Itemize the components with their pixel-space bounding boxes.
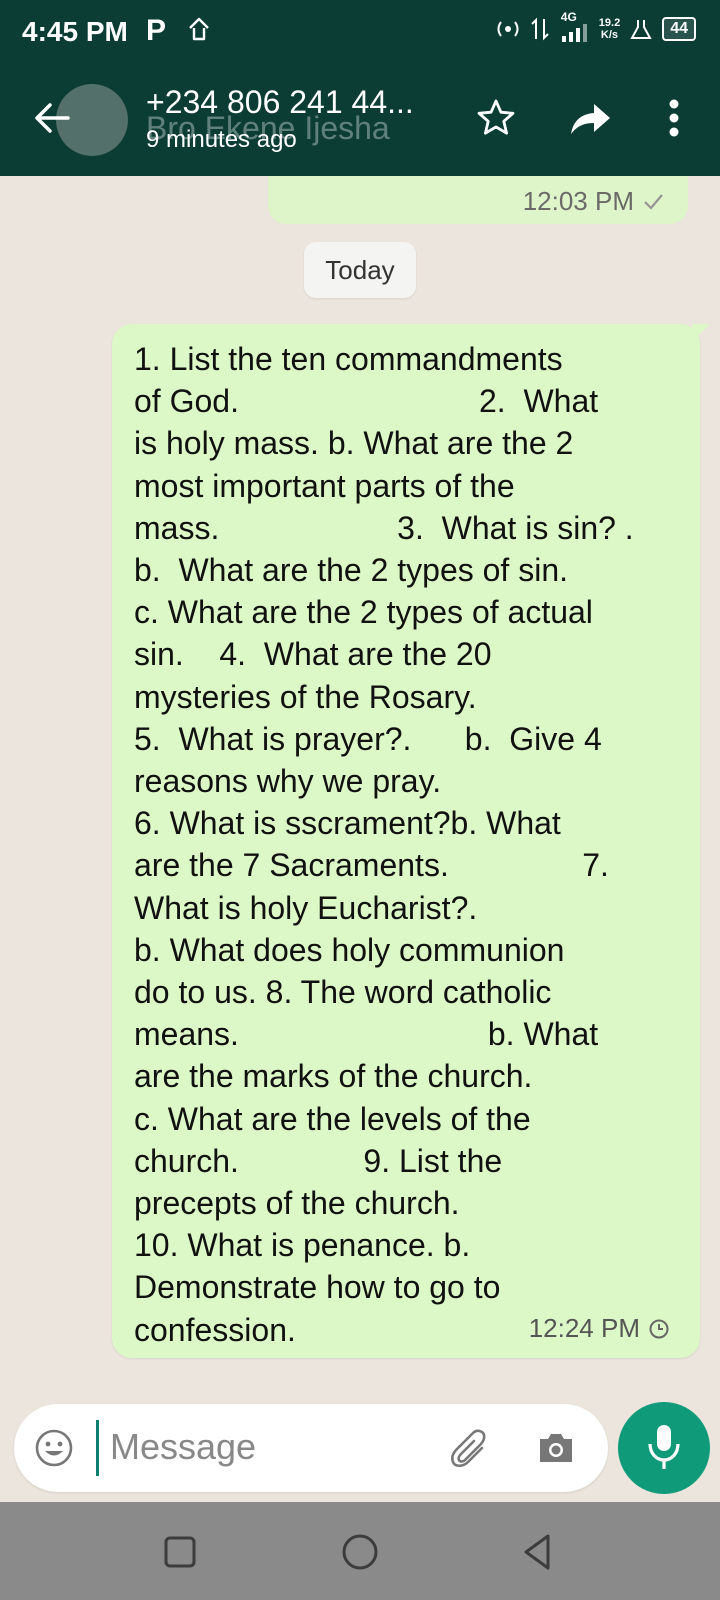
recent-apps-icon[interactable] [158,1530,202,1574]
message-input[interactable]: Message [110,1426,256,1468]
text-cursor [96,1420,99,1476]
mic-icon [648,1425,680,1469]
outgoing-message-bubble[interactable]: 1. List the ten commandments of God. 2. … [112,324,700,1358]
more-vert-icon[interactable] [652,96,696,140]
home-icon[interactable] [338,1530,382,1574]
single-check-icon [644,193,663,210]
message-time: 12:24 PM [528,1313,640,1343]
previous-message-time: 12:03 PM [522,186,634,216]
system-nav-bar [0,1502,720,1600]
data-transfer-icon [531,17,549,41]
attach-icon[interactable] [448,1426,492,1470]
chat-header: Bro Ekene Ijesha +234 806 241 44... 9 mi… [0,70,720,176]
mic-button[interactable] [618,1402,710,1494]
back-nav-icon[interactable] [516,1530,560,1574]
contact-name[interactable]: +234 806 241 44... [146,84,414,121]
flask-icon [630,20,652,39]
camera-icon[interactable] [534,1426,578,1470]
speed-value: 19.2 [598,17,621,29]
upload-notification-icon [189,17,209,41]
top-bar: 4:45 PM P 4G 19.2 K/s 44 Bro Ekene Ijesh… [0,0,720,176]
message-meta: 12:24 PM [529,1313,670,1344]
last-seen: 9 minutes ago [146,126,297,153]
message-text: 1. List the ten commandments of God. 2. … [134,341,634,1348]
status-time: 4:45 PM [22,16,128,47]
battery-indicator: 44 [662,17,696,41]
network-speed: 19.2 K/s [599,17,620,41]
chat-area[interactable]: 12:03 PM Today 1. List the ten commandme… [0,176,720,1502]
previous-message-bubble[interactable]: 12:03 PM [268,176,688,224]
status-bar: 4:45 PM P 4G 19.2 K/s 44 [0,0,720,60]
clock-pending-icon [649,1319,669,1338]
back-arrow-icon[interactable] [28,94,76,142]
previous-message-meta: 12:03 PM [523,186,664,217]
signal-group: 4G [559,10,589,44]
parking-notification-icon: P [146,14,167,47]
message-composer: Message [14,1404,608,1492]
forward-icon[interactable] [568,96,612,140]
date-divider: Today [304,242,416,298]
status-right-group: 4G 19.2 K/s 44 [495,10,696,44]
speed-unit: K/s [600,29,619,41]
signal-strength-icon [561,24,587,42]
emoji-icon[interactable] [32,1426,76,1470]
star-icon[interactable] [474,96,518,140]
hotspot-icon [497,21,519,37]
